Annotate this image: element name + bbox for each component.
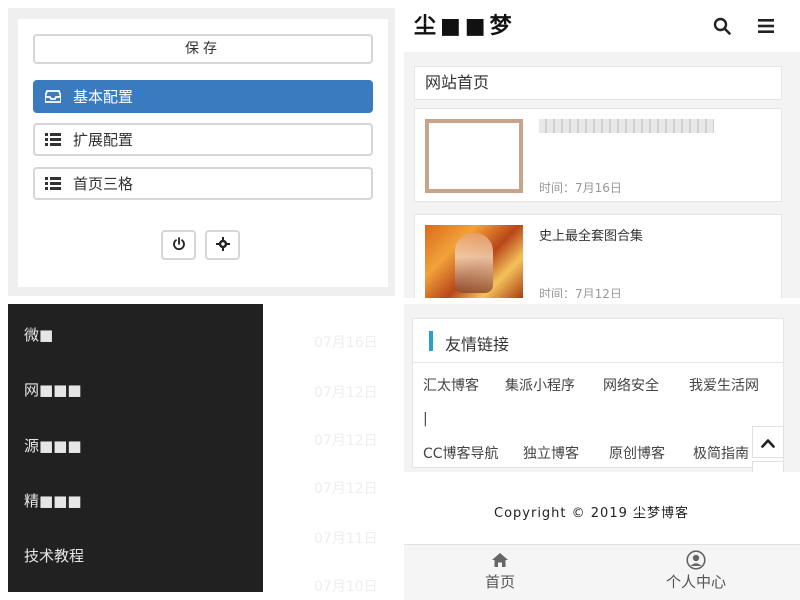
menu-basic-config[interactable]: 基本配置	[33, 80, 373, 113]
section-title: 网站首页	[414, 66, 782, 100]
chevron-up-icon	[761, 433, 775, 452]
side-menu-item[interactable]: 微■	[24, 324, 53, 345]
tab-home[interactable]: 首页	[440, 549, 560, 592]
bottom-tab-bar: 首页 个人中心	[404, 544, 800, 600]
friend-link[interactable]: CC博客导航	[423, 443, 499, 463]
article-time: 时间：7月12日	[539, 287, 622, 298]
article-time: 时间：7月16日	[539, 181, 622, 195]
friend-links-header: 友情链接	[413, 319, 783, 363]
list-icon	[45, 177, 61, 191]
article-item[interactable]: 史上最全套图合集 时间：7月12日	[414, 214, 782, 298]
site-home: 尘■■梦 网站首页 时间：7月16日 史上最全套图合集 时间：7月12日	[404, 0, 800, 298]
site-header: 尘■■梦	[404, 0, 800, 52]
friend-link[interactable]: 原创博客	[609, 443, 665, 463]
scroll-top-button[interactable]	[752, 426, 784, 458]
menu-home-three-grid[interactable]: 首页三格	[33, 167, 373, 200]
side-menu-item-tutorials[interactable]: 技术教程	[24, 545, 84, 566]
friend-link[interactable]: 集派小程序	[505, 375, 575, 395]
menu-extended-config[interactable]: 扩展配置	[33, 123, 373, 156]
tab-profile[interactable]: 个人中心	[636, 549, 756, 592]
friend-link[interactable]: 汇太博客	[423, 375, 479, 395]
friend-links-title: 友情链接	[445, 335, 510, 354]
menu-basic-config-label: 基本配置	[73, 88, 134, 106]
article-thumbnail[interactable]	[425, 225, 523, 298]
friend-link[interactable]: 网络安全	[603, 375, 659, 395]
side-menu-item[interactable]: 精■■■	[24, 490, 82, 511]
article-title-blurred	[539, 119, 714, 133]
search-icon[interactable]	[712, 16, 732, 36]
friend-link[interactable]: 我爱生活网	[689, 375, 759, 395]
dark-side-menu: 微■ 网■■■ 源■■■ 精■■■ 技术教程	[8, 304, 263, 592]
power-icon	[172, 236, 186, 255]
save-button[interactable]: 保存	[33, 34, 373, 64]
copyright-text: Copyright © 2019 尘梦博客	[494, 506, 690, 521]
background-date-list: 07月16日 07月12日 07月12日 07月12日 07月11日 07月10…	[300, 304, 400, 600]
home-icon	[440, 549, 560, 571]
config-panel: 保存 基本配置 扩展配置 首页三格	[8, 8, 395, 296]
list-date: 07月12日	[314, 385, 378, 401]
menu-extended-config-label: 扩展配置	[73, 131, 134, 149]
side-menu-screen: 07月16日 07月12日 07月12日 07月12日 07月11日 07月10…	[0, 304, 400, 600]
list-date: 07月12日	[314, 481, 378, 497]
links-footer-screen: 友情链接 汇太博客 集派小程序 网络安全 我爱生活网 | CC博客导航 独立博客…	[404, 304, 800, 600]
power-button[interactable]	[161, 230, 196, 260]
list-date: 07月12日	[314, 433, 378, 449]
tab-home-label: 首页	[484, 573, 515, 591]
config-card: 保存 基本配置 扩展配置 首页三格	[18, 19, 388, 287]
list-icon	[45, 133, 61, 147]
user-circle-icon	[636, 549, 756, 571]
side-menu-item[interactable]: 网■■■	[24, 379, 82, 400]
article-item[interactable]: 时间：7月16日	[414, 108, 782, 202]
site-footer: Copyright © 2019 尘梦博客	[404, 472, 800, 544]
list-date: 07月10日	[314, 579, 378, 595]
settings-button[interactable]	[205, 230, 240, 260]
tab-profile-label: 个人中心	[665, 573, 726, 591]
gear-icon	[215, 236, 230, 255]
list-date: 07月16日	[314, 335, 378, 351]
list-date: 07月11日	[314, 531, 378, 547]
hamburger-menu-icon[interactable]	[756, 16, 776, 36]
article-thumbnail[interactable]	[425, 119, 523, 193]
inbox-icon	[45, 90, 61, 104]
friend-link[interactable]: 独立博客	[523, 443, 579, 463]
side-menu-item[interactable]: 源■■■	[24, 435, 82, 456]
friend-links-card: 友情链接 汇太博客 集派小程序 网络安全 我爱生活网 | CC博客导航 独立博客…	[412, 318, 784, 468]
site-logo[interactable]: 尘■■梦	[414, 8, 516, 40]
accent-bar	[429, 331, 433, 351]
friend-link[interactable]: |	[423, 411, 428, 427]
menu-home-three-grid-label: 首页三格	[73, 175, 134, 193]
friend-link[interactable]: 极简指南	[693, 443, 749, 463]
article-title[interactable]: 史上最全套图合集	[539, 225, 643, 244]
